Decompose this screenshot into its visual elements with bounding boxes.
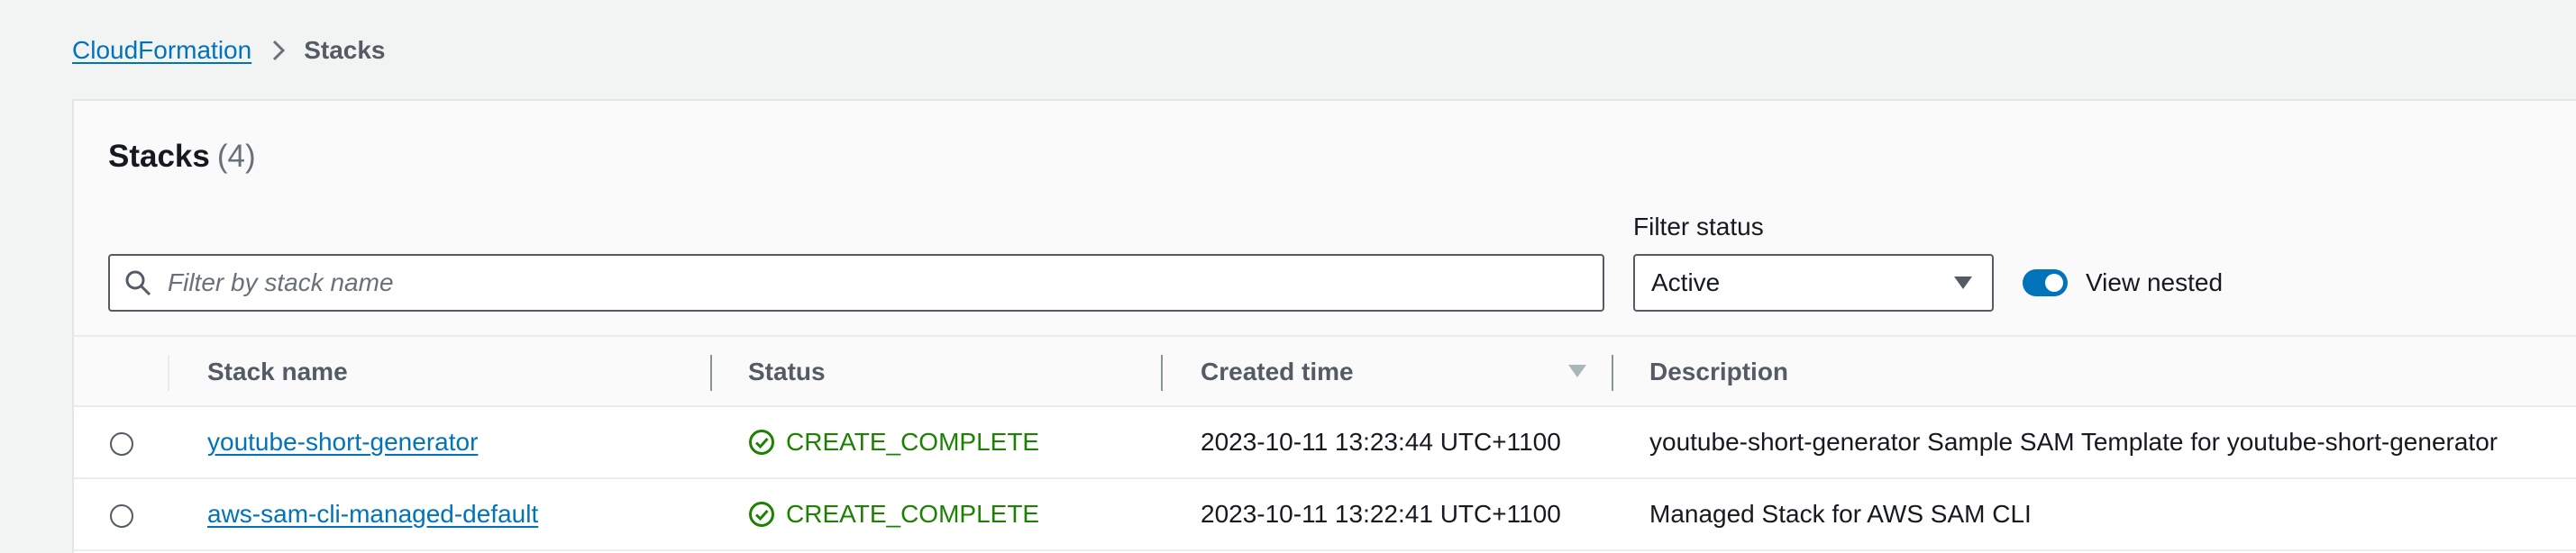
stack-name-link[interactable]: aws-sam-cli-managed-default: [207, 500, 538, 529]
panel-title-text: Stacks: [108, 139, 210, 174]
search-icon: [124, 267, 155, 298]
search-input[interactable]: [168, 268, 1574, 297]
filter-status-value: Active: [1651, 268, 1721, 296]
status-cell: CREATE_COMPLETE: [748, 407, 1039, 477]
description-cell: youtube-short-generator Sample SAM Templ…: [1649, 428, 2498, 456]
table-row[interactable]: aws-sam-cli-managed-default CREATE_COMPL…: [74, 479, 2576, 551]
column-header-created-time[interactable]: Created time: [1201, 337, 1354, 407]
column-resizer[interactable]: [710, 355, 712, 391]
chevron-right-icon: [271, 39, 286, 62]
column-divider: [168, 355, 169, 391]
view-nested-label: View nested: [2086, 268, 2224, 296]
caret-down-icon: [1952, 275, 1974, 291]
view-nested-toggle-group: View nested: [2023, 265, 2223, 301]
row-select-radio[interactable]: [110, 504, 133, 528]
column-header-stack-name[interactable]: Stack name: [207, 337, 348, 407]
check-circle-icon: [748, 501, 775, 528]
stack-name-link[interactable]: youtube-short-generator: [207, 428, 478, 457]
toggle-knob: [2045, 274, 2063, 292]
created-time-cell: 2023-10-11 13:22:41 UTC+1100: [1201, 500, 1561, 528]
breadcrumb-current: Stacks: [304, 36, 386, 64]
view-nested-toggle[interactable]: [2023, 269, 2068, 296]
breadcrumb: CloudFormation Stacks: [72, 34, 386, 67]
table-header: Stack name Status Created time Descripti…: [74, 335, 2576, 407]
breadcrumb-cloudformation-link[interactable]: CloudFormation: [72, 36, 251, 65]
table-row[interactable]: youtube-short-generator CREATE_COMPLETE …: [74, 407, 2576, 479]
created-time-cell: 2023-10-11 13:23:44 UTC+1100: [1201, 428, 1561, 456]
page-title: Stacks (4): [108, 139, 256, 175]
stacks-panel: Stacks (4) Filter status Active View nes…: [72, 99, 2576, 553]
stack-filter-search: [108, 254, 1604, 312]
column-resizer[interactable]: [1161, 355, 1163, 391]
column-header-description[interactable]: Description: [1649, 337, 1788, 407]
filter-status-select[interactable]: Active: [1633, 254, 1994, 312]
panel-header: Stacks (4) Filter status Active View nes…: [74, 101, 2576, 335]
row-select-radio[interactable]: [110, 432, 133, 456]
status-cell: CREATE_COMPLETE: [748, 479, 1039, 549]
column-header-status[interactable]: Status: [748, 337, 826, 407]
stack-count: (4): [216, 139, 256, 174]
check-circle-icon: [748, 429, 775, 456]
status-text: CREATE_COMPLETE: [786, 500, 1040, 528]
column-resizer[interactable]: [1612, 355, 1613, 391]
filter-status-label: Filter status: [1633, 213, 1764, 240]
sort-descending-icon[interactable]: [1567, 361, 1588, 383]
status-text: CREATE_COMPLETE: [786, 428, 1040, 456]
description-cell: Managed Stack for AWS SAM CLI: [1649, 500, 2032, 528]
